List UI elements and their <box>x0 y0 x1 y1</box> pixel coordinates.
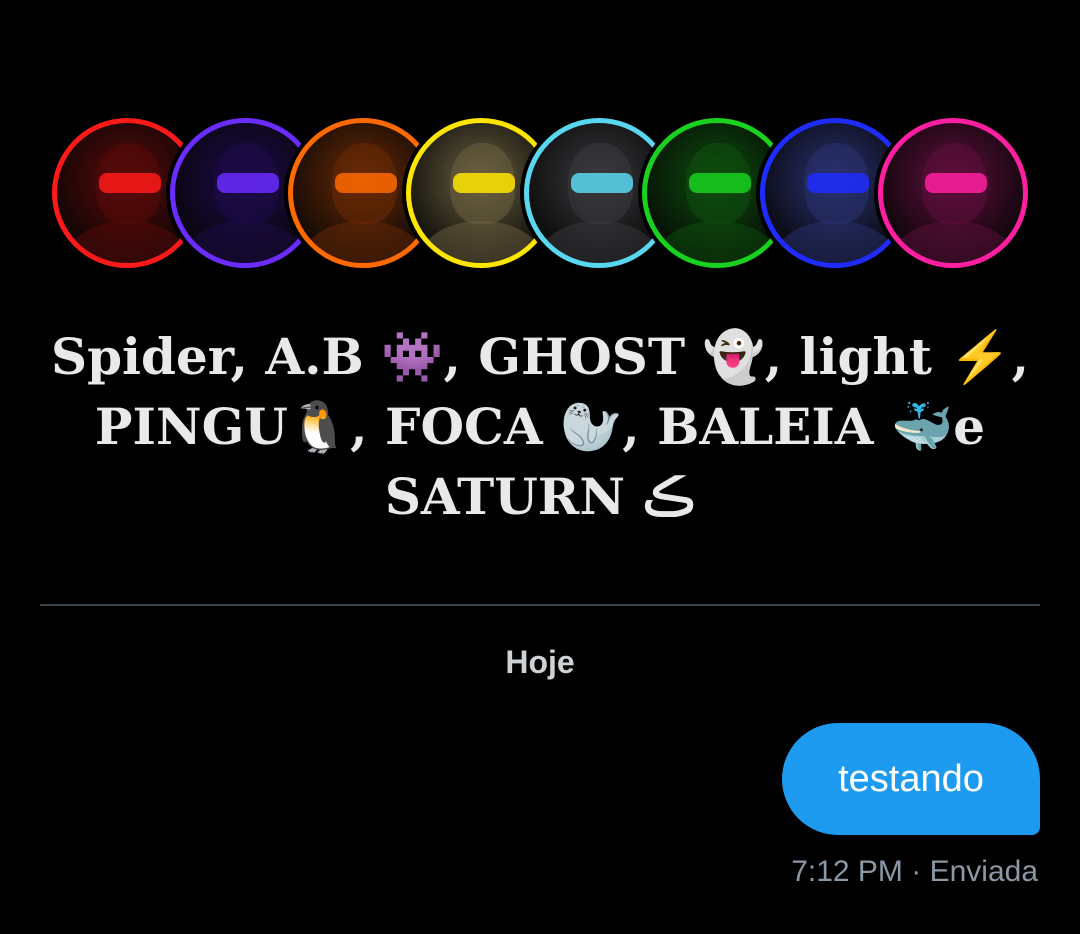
sent-message-bubble[interactable]: testando <box>782 723 1040 835</box>
header-divider <box>40 604 1040 606</box>
avatar-portrait-shoulders <box>776 221 894 263</box>
avatar-portrait-shoulders <box>68 221 186 263</box>
avatar-visor <box>925 173 987 193</box>
avatar-visor <box>453 173 515 193</box>
day-separator: Hoje <box>505 644 575 680</box>
avatar-portrait-shoulders <box>540 221 658 263</box>
avatar-portrait-shoulders <box>186 221 304 263</box>
avatar-portrait-shoulders <box>894 221 1012 263</box>
group-name[interactable]: Spider, A.B 👾, GHOST 👻, light ⚡, PINGU🐧,… <box>40 322 1040 532</box>
avatar-visor <box>99 173 161 193</box>
avatar-visor <box>571 173 633 193</box>
avatar-visor <box>807 173 869 193</box>
avatar-portrait-shoulders <box>422 221 540 263</box>
avatar-pink <box>878 118 1028 268</box>
avatar-visor <box>689 173 751 193</box>
avatar-portrait-shoulders <box>658 221 776 263</box>
avatar-portrait-shoulders <box>304 221 422 263</box>
avatar-visor <box>217 173 279 193</box>
avatar-visor <box>335 173 397 193</box>
group-avatar-row[interactable] <box>52 118 1032 274</box>
message-status: 7:12 PM · Enviada <box>791 855 1038 888</box>
